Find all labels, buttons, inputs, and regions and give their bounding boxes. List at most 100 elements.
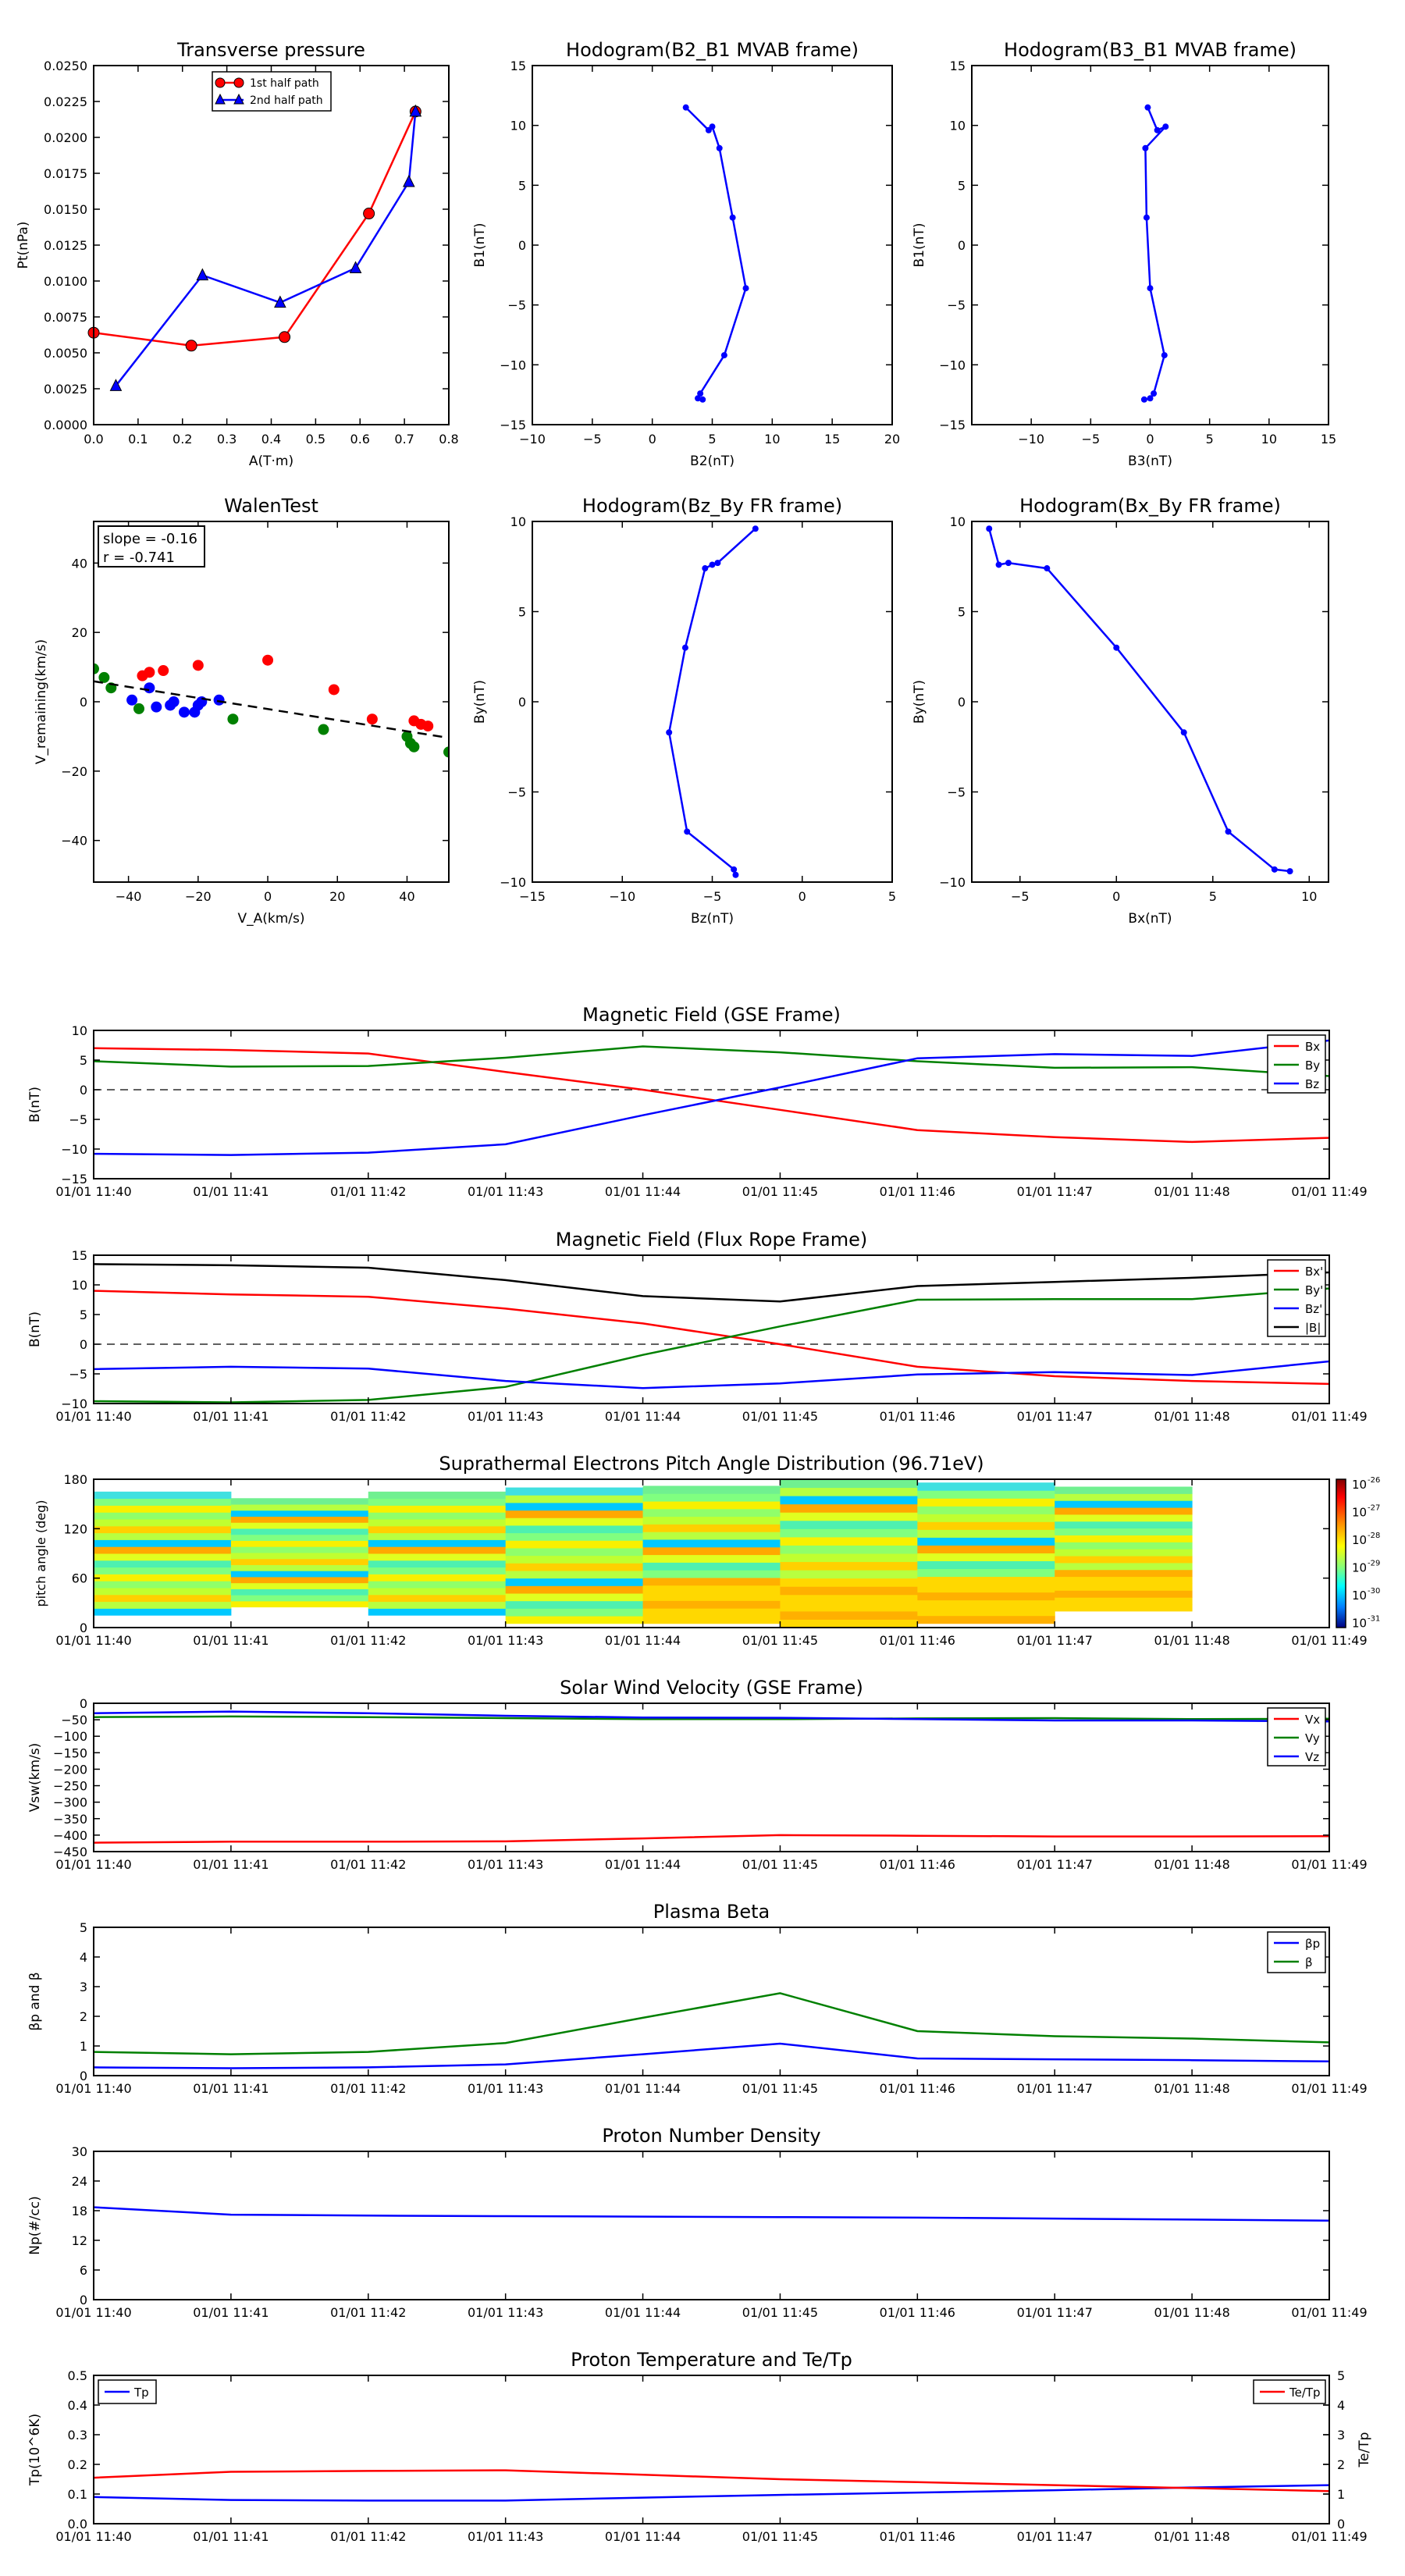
heatmap-cell	[505, 1600, 644, 1609]
colorbar-tick-label: 10	[1352, 1533, 1367, 1547]
scatter-point	[192, 660, 204, 671]
heatmap-cell	[505, 1570, 644, 1579]
y-tick-label: 5	[80, 1053, 87, 1068]
x-tick-label: 01/01 11:41	[193, 2081, 269, 2096]
plot-frame	[93, 1703, 1330, 1852]
legend-left: Tp	[98, 2379, 157, 2404]
x-tick-label: −5	[703, 889, 722, 904]
chart-title: Solar Wind Velocity (GSE Frame)	[560, 1677, 863, 1699]
data-point	[716, 144, 723, 151]
heatmap-cell	[780, 1503, 918, 1513]
heatmap-cell	[1055, 1576, 1193, 1584]
chart-title: WalenTest	[224, 495, 318, 517]
plot-frame	[93, 2375, 1330, 2524]
colorbar-tick-exponent: -31	[1368, 1615, 1380, 1624]
x-tick-label: 01/01 11:40	[55, 2081, 131, 2096]
x-tick-label: 01/01 11:46	[880, 1633, 955, 1648]
x-tick-label: 20	[329, 889, 345, 904]
y-tick-label-right: 4	[1337, 2398, 1345, 2413]
x-tick-label: 01/01 11:45	[742, 1409, 818, 1424]
data-point	[1162, 123, 1169, 130]
x-tick-label: 0.4	[261, 432, 281, 447]
y-tick-label: 4	[80, 1950, 87, 1965]
y-tick-label: −5	[947, 785, 966, 800]
heatmap-cell	[780, 1610, 918, 1620]
chart-title: Plasma Beta	[653, 1901, 770, 1923]
heatmap-cell	[780, 1570, 918, 1579]
heatmap-cell	[368, 1525, 507, 1534]
heatmap-cell	[1055, 1562, 1193, 1571]
y-tick-label: 180	[63, 1472, 87, 1487]
y-tick-label: −5	[69, 1112, 87, 1127]
heatmap-cell	[642, 1592, 781, 1601]
x-tick-label: 0	[799, 889, 806, 904]
data-point	[709, 561, 716, 568]
heatmap-cell	[780, 1619, 918, 1628]
y-axis-label: βp and β	[27, 1972, 43, 2030]
heatmap-cell	[368, 1498, 507, 1506]
heatmap-cell	[230, 1522, 369, 1529]
y-tick-label: −50	[61, 1713, 87, 1727]
chart-mag_gse: Magnetic Field (GSE Frame)−15−10−5051001…	[27, 1004, 1368, 1199]
y-tick-label: 15	[72, 1248, 87, 1263]
heatmap-cell	[94, 1601, 232, 1609]
x-tick-label: −5	[1082, 432, 1101, 447]
heatmap-cell	[1055, 1542, 1193, 1550]
legend-label: β	[1305, 1955, 1313, 1969]
data-point	[1143, 214, 1150, 221]
y-tick-label: 3	[80, 1980, 87, 1994]
heatmap-cell	[505, 1487, 644, 1496]
y-tick-label: 60	[72, 1571, 87, 1586]
colorbar-tick-label: 10	[1352, 1589, 1367, 1603]
x-tick-label: 5	[1206, 432, 1214, 447]
chart-h21: Hodogram(B2_B1 MVAB frame)−15−10−5051015…	[472, 39, 900, 469]
heatmap-cell	[1055, 1535, 1193, 1542]
heatmap-cell	[94, 1567, 232, 1574]
y-tick-label: −40	[61, 834, 87, 849]
heatmap-cell	[642, 1600, 781, 1609]
heatmap-cell	[642, 1539, 781, 1548]
y-tick-label: 0	[80, 1337, 87, 1352]
heatmap-cell	[1055, 1583, 1193, 1591]
x-tick-label: 01/01 11:49	[1291, 2081, 1367, 2096]
heatmap-cell	[917, 1545, 1055, 1553]
x-tick-label: 01/01 11:47	[1017, 1184, 1093, 1199]
heatmap-cell	[505, 1540, 644, 1549]
x-tick-label: 01/01 11:49	[1291, 1409, 1367, 1424]
heatmap-cell	[1055, 1514, 1193, 1522]
x-tick-label: 01/01 11:43	[468, 2305, 543, 2320]
legend: Bx By Bz	[1267, 1034, 1326, 1094]
chart-title: Transverse pressure	[176, 39, 365, 61]
data-point	[1147, 395, 1154, 402]
heatmap-cell	[780, 1553, 918, 1563]
y-tick-label: −15	[500, 418, 526, 432]
legend-label: Vz	[1305, 1750, 1319, 1764]
heatmap-cell	[1055, 1549, 1193, 1557]
data-point	[720, 352, 727, 359]
heatmap-cell	[230, 1576, 369, 1584]
x-tick-label: 01/01 11:48	[1154, 2529, 1229, 2544]
heatmap-cell	[230, 1498, 369, 1505]
y-tick-label: 5	[518, 605, 526, 620]
x-tick-label: 5	[888, 889, 896, 904]
data-point	[1147, 285, 1154, 292]
plot-frame	[93, 1030, 1330, 1179]
x-axis-label: B3(nT)	[1128, 454, 1172, 469]
heatmap-cell	[917, 1521, 1055, 1530]
y-tick-label-right: 5	[1337, 2368, 1345, 2383]
x-tick-label: −10	[609, 889, 635, 904]
heatmap-cell	[368, 1553, 507, 1561]
heatmap-cell	[230, 1595, 369, 1602]
x-tick-label: 01/01 11:46	[880, 2305, 955, 2320]
data-point	[699, 396, 706, 403]
x-tick-label: 01/01 11:45	[742, 2305, 818, 2320]
x-tick-label: 01/01 11:49	[1291, 2529, 1367, 2544]
series-line-0	[94, 1834, 1329, 1844]
x-tick-label: 01/01 11:47	[1017, 1409, 1093, 1424]
y-tick-label: 0.0050	[44, 346, 87, 361]
x-tick-label: 01/01 11:42	[330, 2529, 406, 2544]
annotation-r: r = -0.741	[103, 550, 175, 566]
y-tick-label: 10	[72, 1023, 87, 1038]
heatmap-cell	[94, 1574, 232, 1582]
legend: Vx Vy Vz	[1267, 1707, 1326, 1767]
